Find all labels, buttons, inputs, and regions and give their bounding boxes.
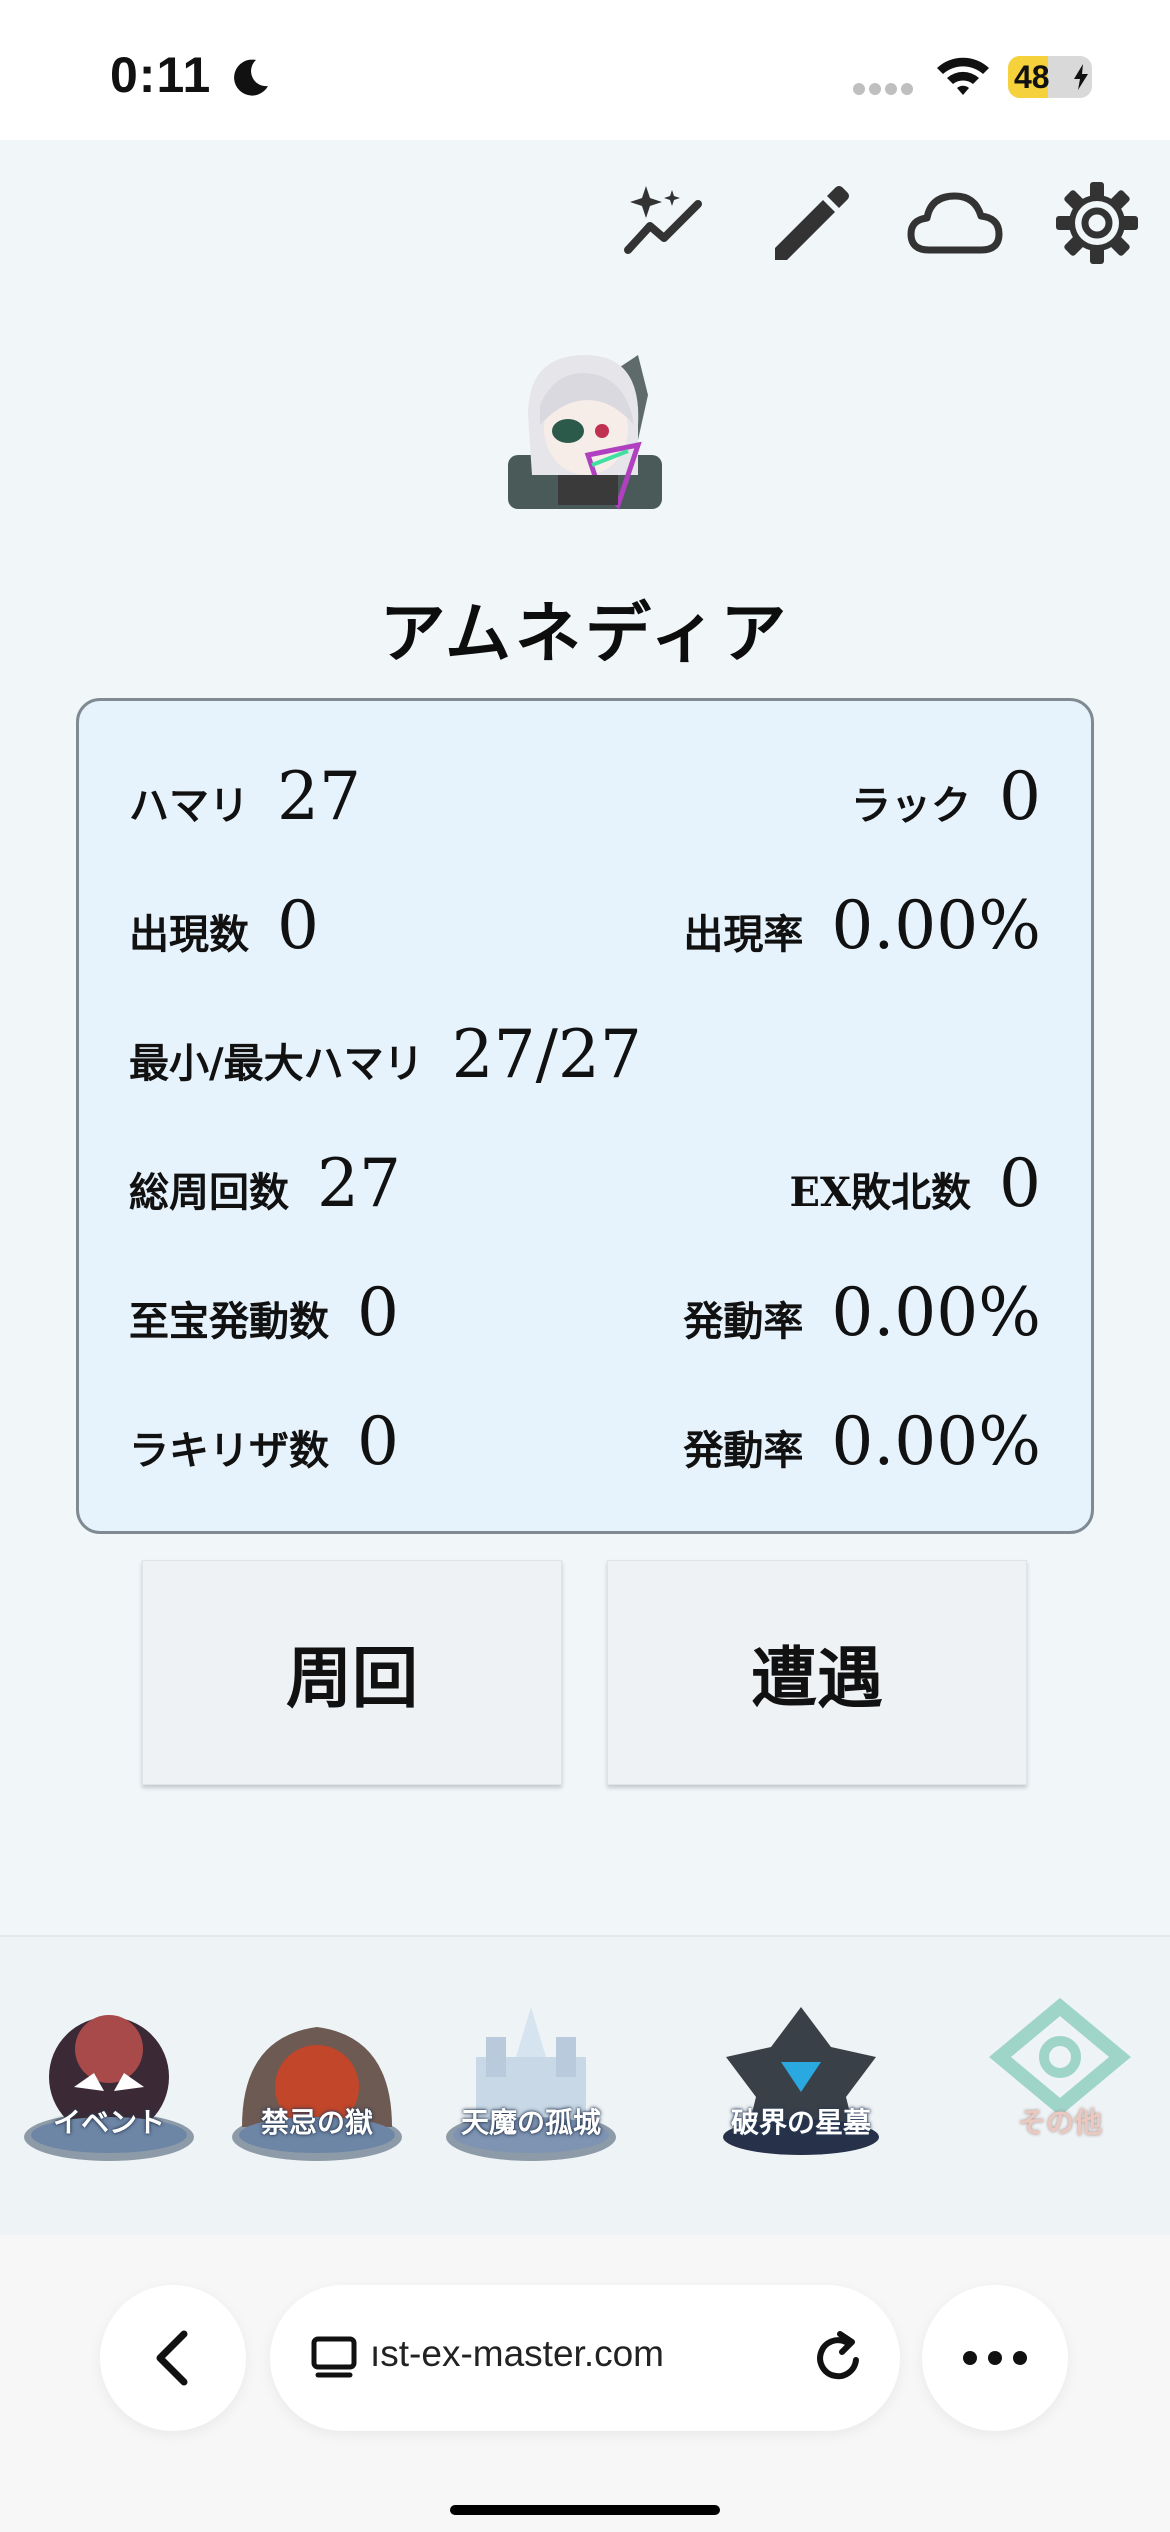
cellular-signal-icon (853, 83, 913, 95)
back-button[interactable] (100, 2285, 246, 2431)
nav-label-event: イベント (52, 2106, 165, 2139)
cloud-icon[interactable] (905, 178, 1005, 268)
address-bar[interactable]: ıst-ex-master.com (270, 2285, 900, 2431)
monster-avatar (488, 335, 682, 529)
other-icon (989, 1997, 1131, 2117)
ex-defeat-label: EX敗北数 (789, 1168, 971, 1216)
treasure-rate-value: 0.00% (831, 1273, 1041, 1351)
battery-indicator: 48 (1008, 56, 1092, 98)
chevron-left-icon (156, 2330, 188, 2386)
ex-defeat-value: 0 (999, 1144, 1041, 1222)
luck-value: 0 (999, 757, 1041, 835)
luck-stat: ラック 0 (851, 758, 1041, 835)
stat-row-lucky-reserve: ラキリザ数 0 発動率 0.00% (129, 1396, 1041, 1486)
browser-toolbar: ıst-ex-master.com (0, 2235, 1170, 2532)
solitary-castle-icon (446, 2007, 616, 2161)
nav-item-star-tomb[interactable]: 破界の星墓 (706, 1987, 896, 2177)
quest-category-nav: イベント 禁忌の獄 天魔の孤城 破界の星墓 その他 (0, 1935, 1170, 2235)
min-max-hamari-stat: 最小/最大ハマリ 27/27 (129, 1016, 642, 1093)
pencil-icon[interactable] (765, 178, 855, 268)
status-time: 0:11 (110, 47, 212, 103)
charging-bolt-icon (1074, 64, 1088, 90)
stat-row-min-max: 最小/最大ハマリ 27/27 (129, 1009, 1041, 1099)
stat-row-laps: 総周回数 27 EX敗北数 0 (129, 1138, 1041, 1228)
treasure-count-stat: 至宝発動数 0 (129, 1274, 399, 1351)
hamari-label: ハマリ (129, 781, 249, 829)
status-bar: 0:11 48 (0, 0, 1170, 140)
total-laps-label: 総周回数 (129, 1168, 289, 1216)
stats-card: ハマリ 27 ラック 0 出現数 0 出現率 0.00% 最小/最大ハマリ 27… (76, 698, 1094, 1534)
stat-row-hamari: ハマリ 27 ラック 0 (129, 751, 1041, 841)
appearance-rate-value: 0.00% (831, 886, 1041, 964)
appearance-rate-label: 出現率 (683, 910, 804, 958)
nav-item-other[interactable]: その他 (970, 1987, 1150, 2177)
nav-label-forbidden-prison: 禁忌の獄 (260, 2106, 373, 2139)
lucky-reserve-rate-label: 発動率 (683, 1426, 804, 1474)
appearance-count-stat: 出現数 0 (129, 887, 319, 964)
battery-percent: 48 (1014, 59, 1050, 95)
more-button[interactable] (922, 2285, 1068, 2431)
star-tomb-icon (723, 2007, 879, 2155)
gear-icon[interactable] (1052, 178, 1142, 268)
lucky-reserve-count-label: ラキリザ数 (129, 1426, 329, 1474)
total-laps-stat: 総周回数 27 (129, 1145, 401, 1222)
nav-item-forbidden-prison[interactable]: 禁忌の獄 (222, 1987, 412, 2177)
lucky-reserve-count-value: 0 (357, 1402, 399, 1480)
total-laps-value: 27 (317, 1144, 401, 1222)
treasure-rate-label: 発動率 (683, 1297, 804, 1345)
home-indicator (450, 2505, 720, 2515)
reload-icon[interactable] (810, 2330, 866, 2386)
lucky-reserve-count-stat: ラキリザ数 0 (129, 1403, 399, 1480)
nav-label-star-tomb: 破界の星墓 (730, 2106, 871, 2139)
forbidden-prison-icon (232, 2027, 402, 2161)
appearance-rate-stat: 出現率 0.00% (683, 887, 1041, 964)
nav-item-event[interactable]: イベント (14, 1987, 204, 2177)
appearance-count-label: 出現数 (129, 910, 249, 958)
stat-row-appearance: 出現数 0 出現率 0.00% (129, 880, 1041, 970)
monster-name: アムネディア (379, 594, 791, 672)
ellipsis-icon (963, 2351, 1027, 2365)
wifi-icon (937, 57, 989, 95)
min-max-hamari-label: 最小/最大ハマリ (129, 1039, 424, 1087)
tabs-icon (311, 2336, 357, 2378)
hamari-value: 27 (277, 757, 361, 835)
url-text: ıst-ex-master.com (370, 2333, 664, 2374)
luck-label: ラック (851, 781, 971, 829)
lucky-reserve-rate-stat: 発動率 0.00% (683, 1403, 1041, 1480)
appearance-count-value: 0 (277, 886, 319, 964)
moon-icon (234, 59, 268, 96)
nav-label-solitary-castle: 天魔の孤城 (460, 2106, 601, 2139)
ex-defeat-stat: EX敗北数 0 (789, 1145, 1041, 1222)
min-max-hamari-value: 27/27 (451, 1015, 642, 1093)
stat-row-treasure: 至宝発動数 0 発動率 0.00% (129, 1267, 1041, 1357)
treasure-count-label: 至宝発動数 (129, 1297, 329, 1345)
event-icon (24, 2015, 194, 2161)
treasure-count-value: 0 (357, 1273, 399, 1351)
hamari-stat: ハマリ 27 (129, 758, 361, 835)
nav-item-solitary-castle[interactable]: 天魔の孤城 (436, 1987, 626, 2177)
encounter-button[interactable]: 遭遇 (607, 1560, 1027, 1785)
lucky-reserve-rate-value: 0.00% (831, 1402, 1041, 1480)
treasure-rate-stat: 発動率 0.00% (683, 1274, 1041, 1351)
lap-button[interactable]: 周回 (142, 1560, 562, 1785)
nav-label-other: その他 (1017, 2106, 1102, 2139)
sparkle-trend-icon[interactable] (620, 178, 710, 268)
